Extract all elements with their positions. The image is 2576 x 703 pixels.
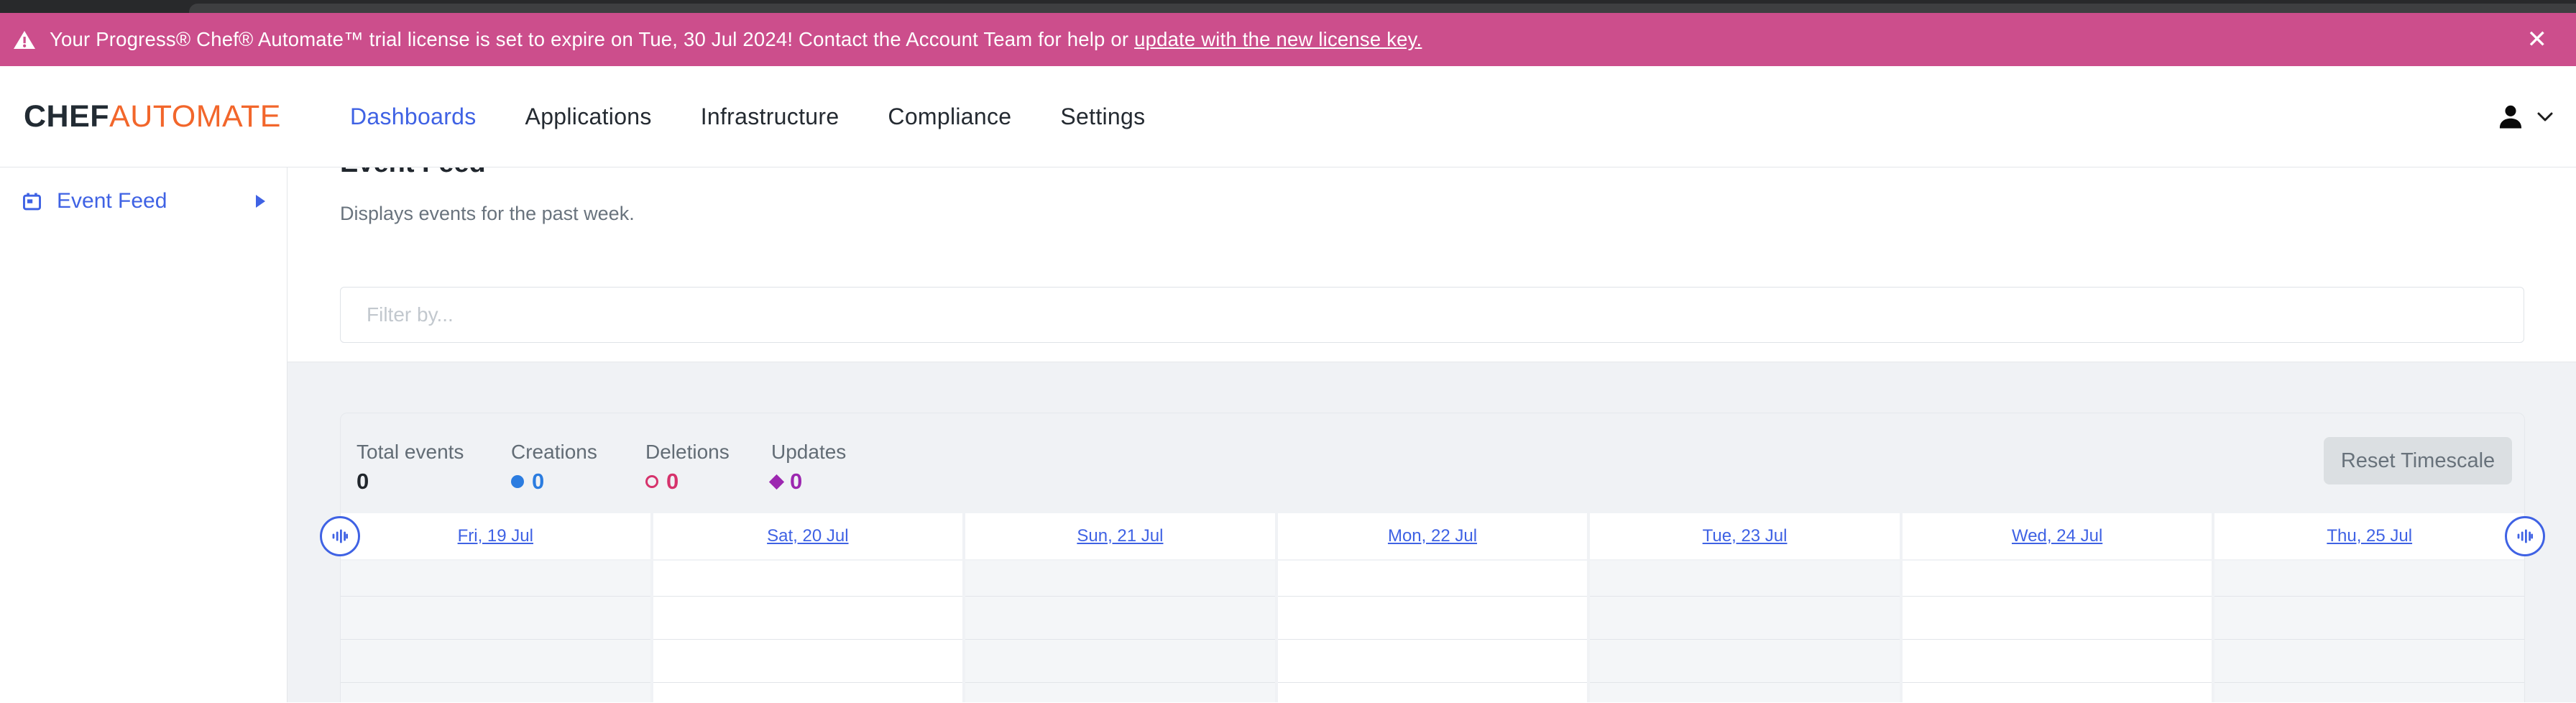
grid-column-wed [1903,561,2212,702]
stat-value: 0 [532,469,544,495]
timeline-header: Fri, 19 Jul Sat, 20 Jul Sun, 21 Jul Mon,… [341,513,2524,559]
content-area: Event Feed Event Feed Displays events fo… [0,167,2576,702]
grid-column-mon [1278,561,1588,702]
logo-automate: AUTOMATE [109,99,281,134]
page-subtitle: Displays events for the past week. [340,202,2524,225]
grid-column-sat [653,561,963,702]
grid-column-fri [341,561,650,702]
timeline-handle-left[interactable] [320,516,360,556]
account-menu-button[interactable] [2496,101,2553,132]
grid-column-sun [965,561,1275,702]
page-title: Event Feed [340,167,2524,180]
browser-tab [189,4,2576,13]
main-panel: Event Feed Displays events for the past … [288,167,2576,702]
stat-updates: Updates 0 [771,441,846,494]
grid-column-thu [2214,561,2524,702]
timeline-day-cell: Wed, 24 Jul [1903,513,2212,559]
timeline-day-cell: Sat, 20 Jul [653,513,963,559]
timeline: Fri, 19 Jul Sat, 20 Jul Sun, 21 Jul Mon,… [341,513,2524,702]
nav-item-compliance[interactable]: Compliance [863,104,1036,130]
filter-input[interactable] [340,287,2524,343]
stat-deletions: Deletions 0 [645,441,771,494]
browser-chrome-bar [0,0,2576,13]
banner-message-text: Your Progress® Chef® Automate™ trial lic… [50,28,1134,50]
nav-item-infrastructure[interactable]: Infrastructure [676,104,864,130]
timeline-day-cell: Mon, 22 Jul [1278,513,1588,559]
day-link-fri-19[interactable]: Fri, 19 Jul [458,526,533,546]
nav-item-dashboards[interactable]: Dashboards [326,104,501,130]
update-license-link[interactable]: update with the new license key. [1134,28,1422,50]
sidebar: Event Feed [0,167,288,702]
timeline-day-cell: Sun, 21 Jul [965,513,1275,559]
app-logo[interactable]: CHEFAUTOMATE [24,99,281,134]
banner-message: Your Progress® Chef® Automate™ trial lic… [50,28,1422,51]
event-stats-row: Total events 0 Creations 0 Deletions 0 [341,413,2524,513]
reset-timescale-button[interactable]: Reset Timescale [2324,437,2512,484]
timeline-day-cell: Thu, 25 Jul [2214,513,2524,559]
grid-column-tue [1590,561,1900,702]
event-guide-section: Total events 0 Creations 0 Deletions 0 [288,362,2576,702]
timeline-day-cell: Tue, 23 Jul [1590,513,1900,559]
stat-label: Deletions [645,441,771,463]
event-guide-card: Total events 0 Creations 0 Deletions 0 [340,413,2525,702]
stat-value: 0 [790,469,802,495]
stat-label: Creations [511,441,645,463]
arrow-right-icon [256,195,265,208]
timeline-grid [341,561,2524,702]
sidebar-item-label: Event Feed [57,189,167,213]
app-window: Your Progress® Chef® Automate™ trial lic… [0,0,2576,703]
person-icon [2496,101,2526,132]
deletions-marker-icon [645,475,658,488]
stat-creations: Creations 0 [511,441,645,494]
close-icon: ✕ [2527,26,2548,53]
stat-value: 0 [666,469,678,495]
stat-value: 0 [356,469,369,495]
license-warning-banner: Your Progress® Chef® Automate™ trial lic… [0,13,2576,66]
slider-icon [331,527,349,546]
stat-label: Updates [771,441,846,463]
banner-close-button[interactable]: ✕ [2524,24,2551,55]
nav-item-applications[interactable]: Applications [501,104,676,130]
sidebar-item-event-feed[interactable]: Event Feed [0,183,287,219]
stat-label: Total events [356,441,511,463]
day-link-sat-20[interactable]: Sat, 20 Jul [767,526,848,546]
day-link-thu-25[interactable]: Thu, 25 Jul [2327,526,2412,546]
day-link-tue-23[interactable]: Tue, 23 Jul [1703,526,1788,546]
page-header-block: Event Feed Displays events for the past … [288,167,2576,343]
slider-icon [2516,527,2534,546]
creations-marker-icon [511,475,524,488]
updates-marker-icon [769,474,784,489]
day-link-mon-22[interactable]: Mon, 22 Jul [1388,526,1477,546]
calendar-icon [22,192,42,211]
day-link-wed-24[interactable]: Wed, 24 Jul [2012,526,2102,546]
top-navbar: CHEFAUTOMATE Dashboards Applications Inf… [0,66,2576,167]
nav-menu: Dashboards Applications Infrastructure C… [326,104,1169,130]
timeline-handle-right[interactable] [2505,516,2545,556]
day-link-sun-21[interactable]: Sun, 21 Jul [1077,526,1163,546]
chevron-down-icon [2537,112,2553,121]
timeline-day-cell: Fri, 19 Jul [341,513,650,559]
logo-chef: CHEF [24,99,109,134]
warning-icon [14,31,35,49]
nav-item-settings[interactable]: Settings [1036,104,1169,130]
stat-total-events: Total events 0 [356,441,511,494]
